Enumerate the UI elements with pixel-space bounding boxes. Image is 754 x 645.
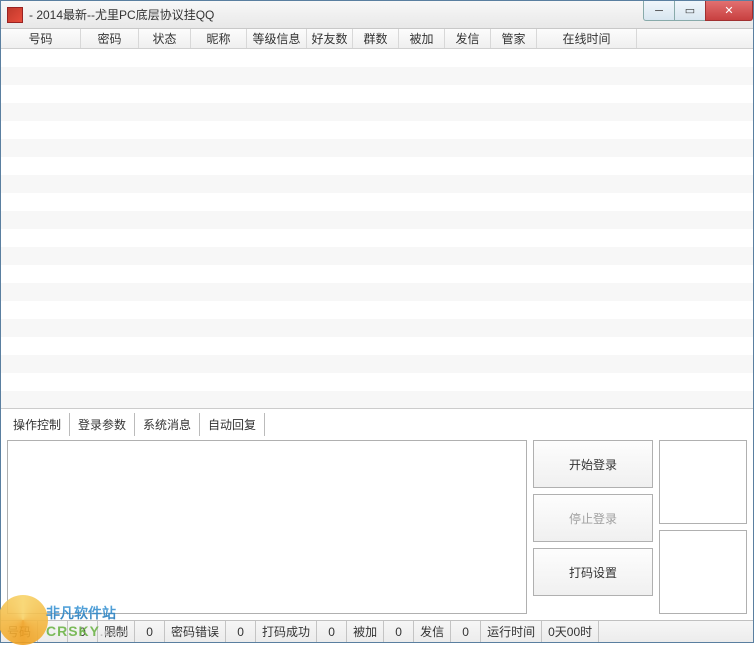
side-box-1 [659, 440, 747, 524]
app-icon [7, 7, 23, 23]
window-title: - 2014最新--尤里PC底层协议挂QQ [29, 6, 214, 23]
log-panel[interactable] [7, 440, 527, 614]
column-header[interactable]: 被加 [399, 29, 445, 48]
status-value: 0 [451, 621, 481, 642]
window-controls: ─ ▭ ✕ [644, 1, 753, 21]
tab[interactable]: 登录参数 [70, 413, 135, 436]
status-label: 被加 [347, 621, 384, 642]
maximize-button[interactable]: ▭ [674, 1, 706, 21]
minimize-button[interactable]: ─ [643, 1, 675, 21]
column-header[interactable]: 密码 [81, 29, 139, 48]
column-header[interactable]: 群数 [353, 29, 399, 48]
statusbar: 号码0限制0密码错误0打码成功0被加0发信0运行时间0天00时 [1, 620, 753, 642]
status-value: 0 [135, 621, 165, 642]
status-label: 密码错误 [165, 621, 226, 642]
stop-login-button: 停止登录 [533, 494, 653, 542]
column-header[interactable]: 发信 [445, 29, 491, 48]
column-header[interactable]: 在线时间 [537, 29, 637, 48]
titlebar: - 2014最新--尤里PC底层协议挂QQ ─ ▭ ✕ [1, 1, 753, 29]
column-header[interactable]: 号码 [1, 29, 81, 48]
side-panels [659, 440, 747, 614]
captcha-settings-button[interactable]: 打码设置 [533, 548, 653, 596]
status-value [38, 621, 68, 642]
data-grid[interactable]: 号码密码状态昵称等级信息好友数群数被加发信管家在线时间 [1, 29, 753, 409]
status-label: 运行时间 [481, 621, 542, 642]
status-value: 0 [317, 621, 347, 642]
side-box-2 [659, 530, 747, 614]
status-value: 0 [68, 621, 98, 642]
status-value: 0 [226, 621, 256, 642]
close-button[interactable]: ✕ [705, 1, 753, 21]
status-value: 0 [384, 621, 414, 642]
status-label: 发信 [414, 621, 451, 642]
bottom-panels: 开始登录 停止登录 打码设置 [1, 436, 753, 620]
tab[interactable]: 系统消息 [135, 413, 200, 436]
column-header[interactable]: 等级信息 [247, 29, 307, 48]
status-value: 0天00时 [542, 621, 599, 642]
action-buttons: 开始登录 停止登录 打码设置 [533, 440, 653, 614]
grid-body[interactable] [1, 49, 753, 409]
tab[interactable]: 自动回复 [200, 413, 265, 436]
column-header[interactable]: 昵称 [191, 29, 247, 48]
tab[interactable]: 操作控制 [5, 413, 70, 436]
column-header[interactable]: 状态 [139, 29, 191, 48]
status-label: 限制 [98, 621, 135, 642]
column-header[interactable]: 好友数 [307, 29, 353, 48]
tabs: 操作控制登录参数系统消息自动回复 [1, 409, 753, 436]
start-login-button[interactable]: 开始登录 [533, 440, 653, 488]
column-header[interactable]: 管家 [491, 29, 537, 48]
grid-header: 号码密码状态昵称等级信息好友数群数被加发信管家在线时间 [1, 29, 753, 49]
status-label: 号码 [1, 621, 38, 642]
status-label: 打码成功 [256, 621, 317, 642]
